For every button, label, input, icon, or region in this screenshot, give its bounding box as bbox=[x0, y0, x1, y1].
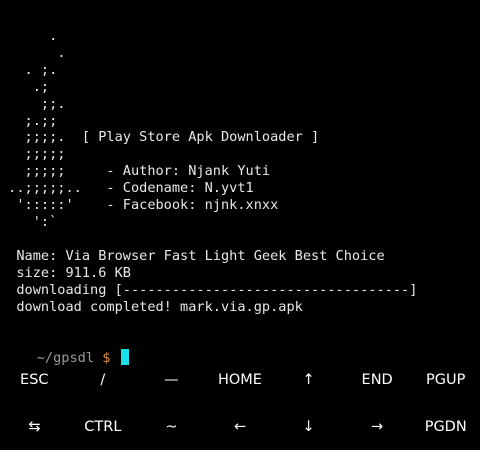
dash-key[interactable]: — bbox=[137, 356, 206, 403]
arrow-right-key[interactable]: → bbox=[343, 403, 412, 450]
author-line: ;;;;; - Author: Njank Yuti bbox=[0, 163, 271, 179]
home-key[interactable]: HOME bbox=[206, 356, 275, 403]
app-name-line: Name: Via Browser Fast Light Geek Best C… bbox=[0, 248, 385, 264]
ascii-art-line: .; bbox=[0, 79, 50, 95]
codename-line: ..;;;;;.. - Codename: N.yvt1 bbox=[0, 180, 254, 196]
app-size-line: size: 911.6 KB bbox=[0, 265, 131, 281]
esc-key[interactable]: ESC bbox=[0, 356, 69, 403]
slash-key[interactable]: / bbox=[69, 356, 138, 403]
ascii-art-line: ;.;; bbox=[0, 113, 58, 129]
pgdn-key[interactable]: PGDN bbox=[411, 403, 480, 450]
ascii-art-line: . bbox=[0, 28, 58, 44]
ascii-art-line: . ;. bbox=[0, 62, 58, 78]
tab-key[interactable]: ⇆ bbox=[0, 403, 69, 450]
facebook-line: ':::::' - Facebook: njnk.xnxx bbox=[0, 197, 279, 213]
arrow-down-key[interactable]: ↓ bbox=[274, 403, 343, 450]
ascii-art-line: . bbox=[0, 45, 66, 61]
arrow-left-key[interactable]: ← bbox=[206, 403, 275, 450]
ctrl-key[interactable]: CTRL bbox=[69, 403, 138, 450]
tilde-key[interactable]: ~ bbox=[137, 403, 206, 450]
download-complete-line: download completed! mark.via.gp.apk bbox=[0, 299, 303, 315]
end-key[interactable]: END bbox=[343, 356, 412, 403]
ascii-art-line: ;;;;; bbox=[0, 146, 66, 162]
ascii-art-line: ;;. bbox=[0, 96, 66, 112]
extra-keys-bar: ESC / — HOME ↑ END PGUP ⇆ CTRL ~ ← ↓ → P… bbox=[0, 356, 480, 450]
pgup-key[interactable]: PGUP bbox=[411, 356, 480, 403]
arrow-up-key[interactable]: ↑ bbox=[274, 356, 343, 403]
ascii-art-line: ':` bbox=[0, 214, 58, 230]
download-progress-line: downloading [---------------------------… bbox=[0, 282, 418, 298]
banner-title-line: ;;;;. [ Play Store Apk Downloader ] bbox=[0, 129, 320, 145]
terminal-output[interactable]: . . . ;. .; ;;. ;.;; ;;;;. [ Play Store … bbox=[0, 0, 480, 366]
